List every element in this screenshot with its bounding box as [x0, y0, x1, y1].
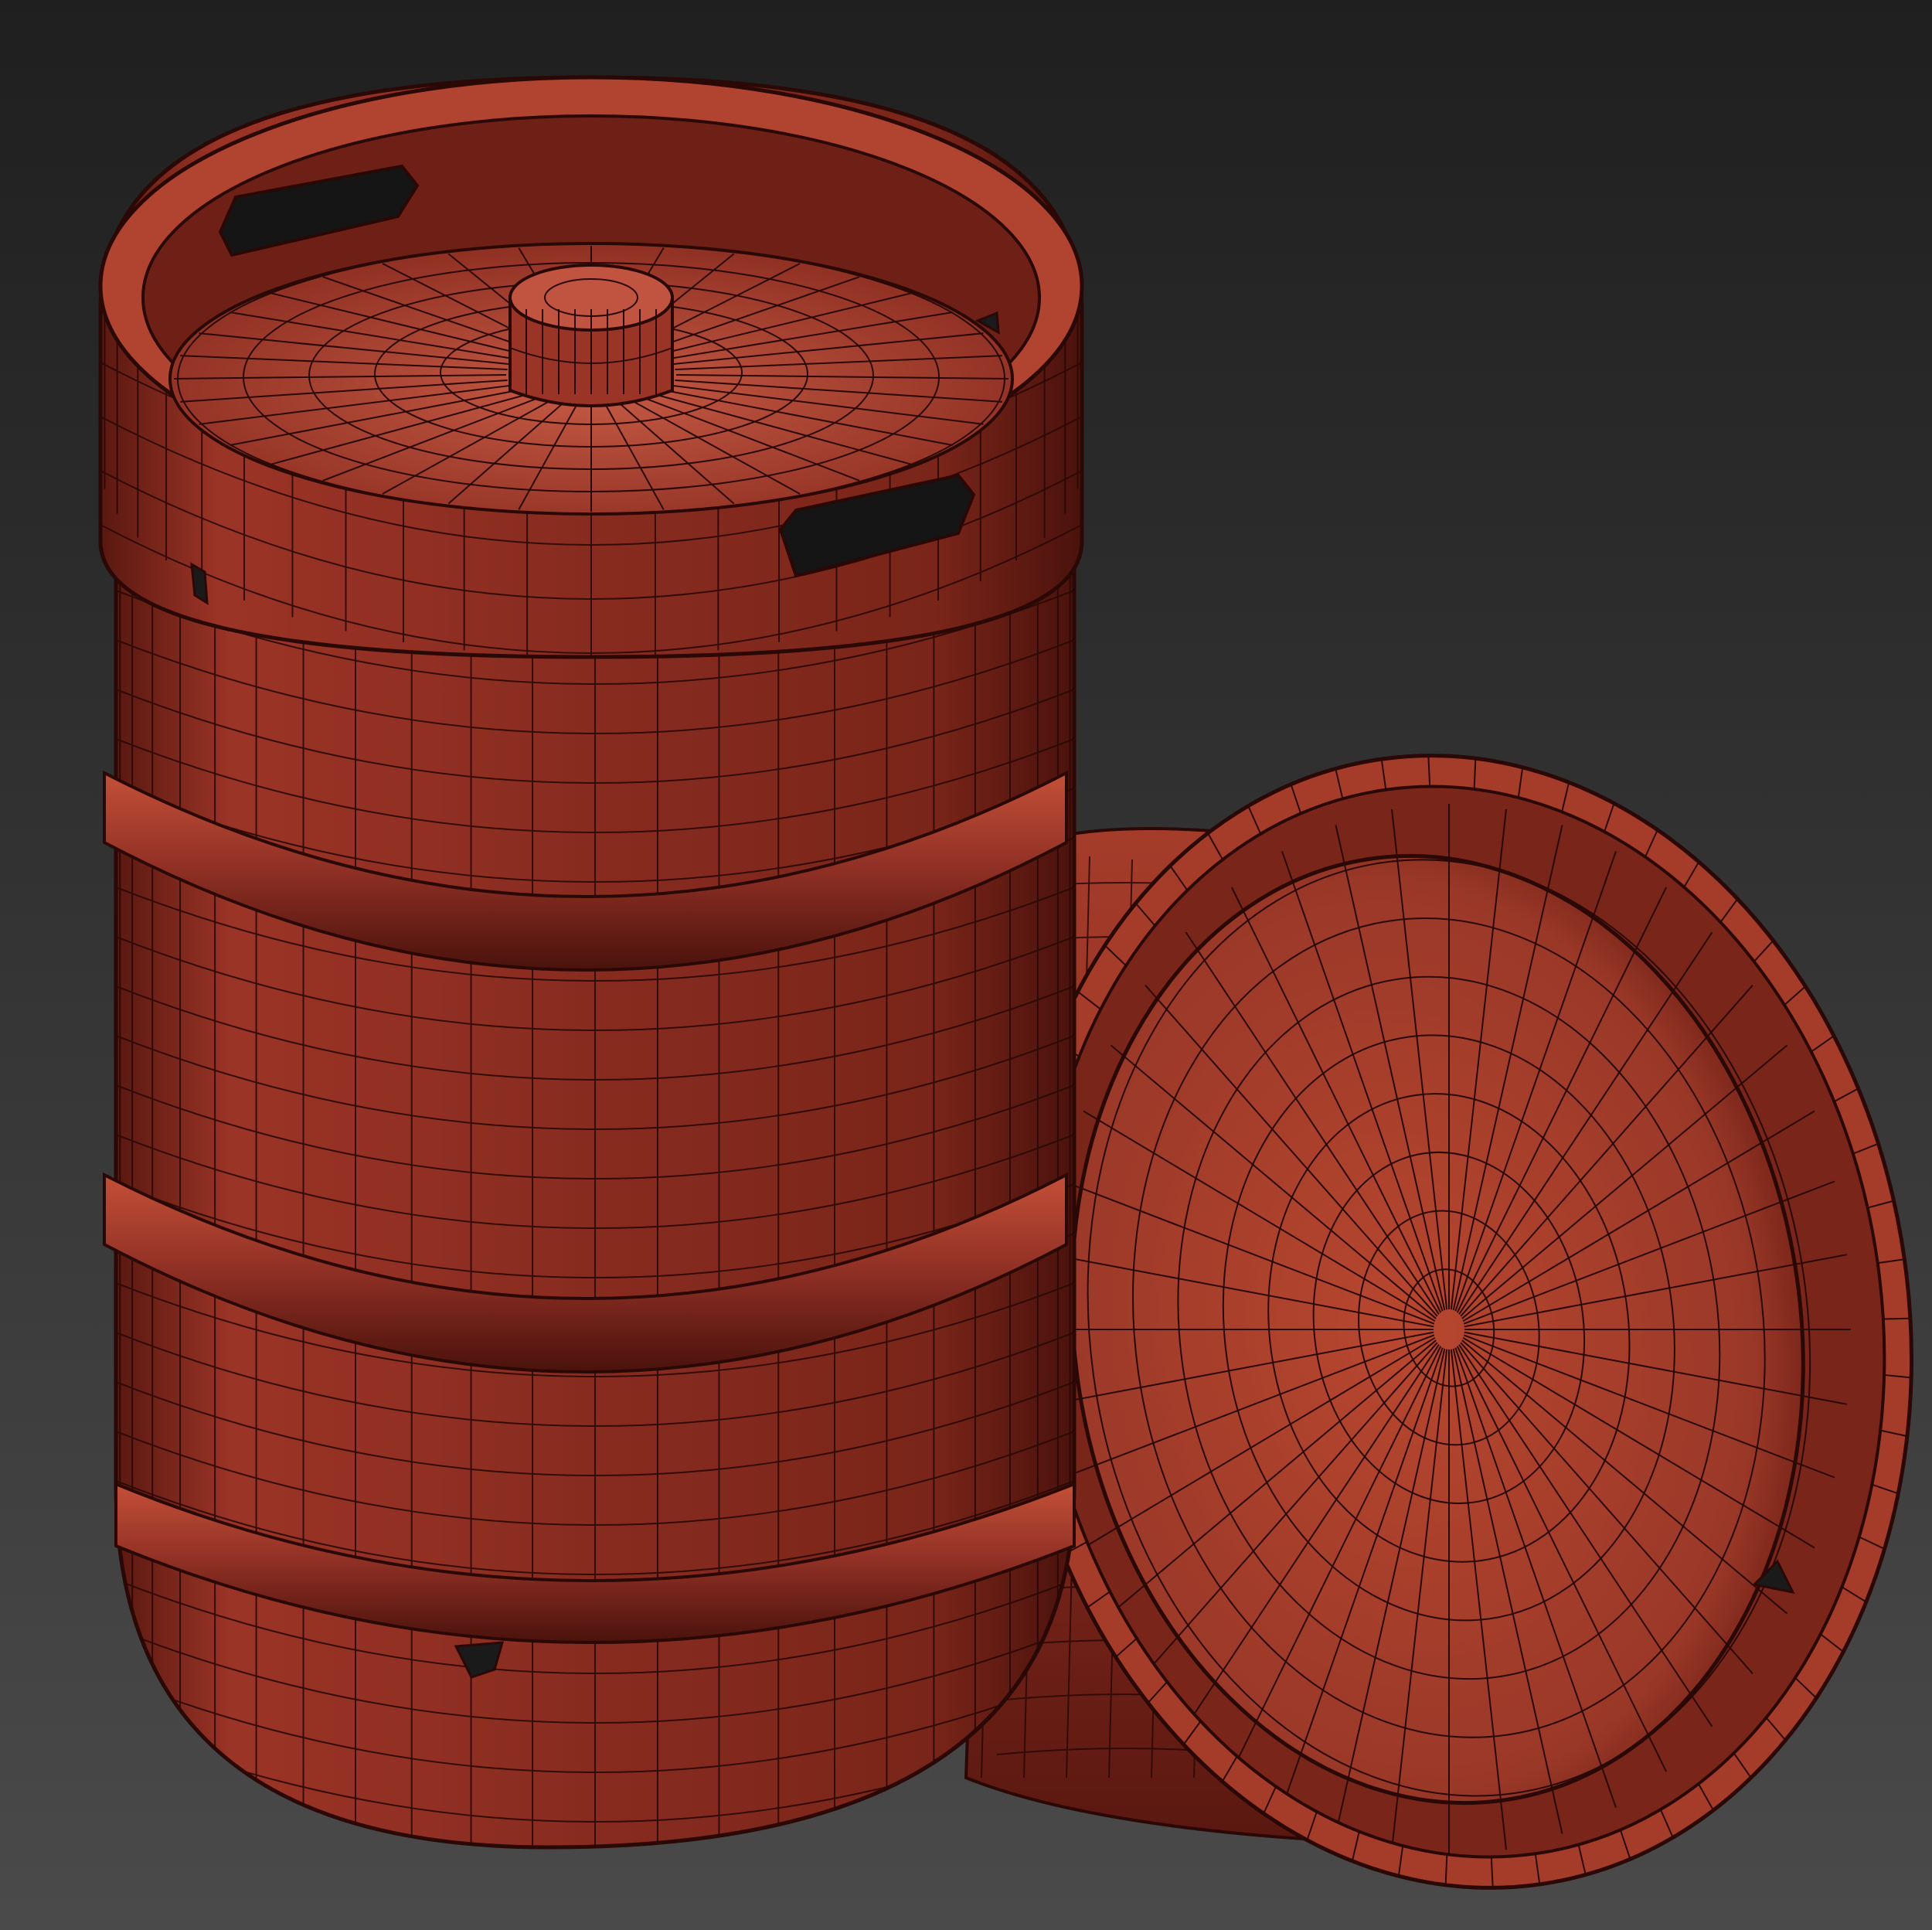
upright-keg: [98, 75, 1084, 1850]
scene-svg: [0, 0, 1932, 1930]
viewport-render: [0, 0, 1932, 1930]
